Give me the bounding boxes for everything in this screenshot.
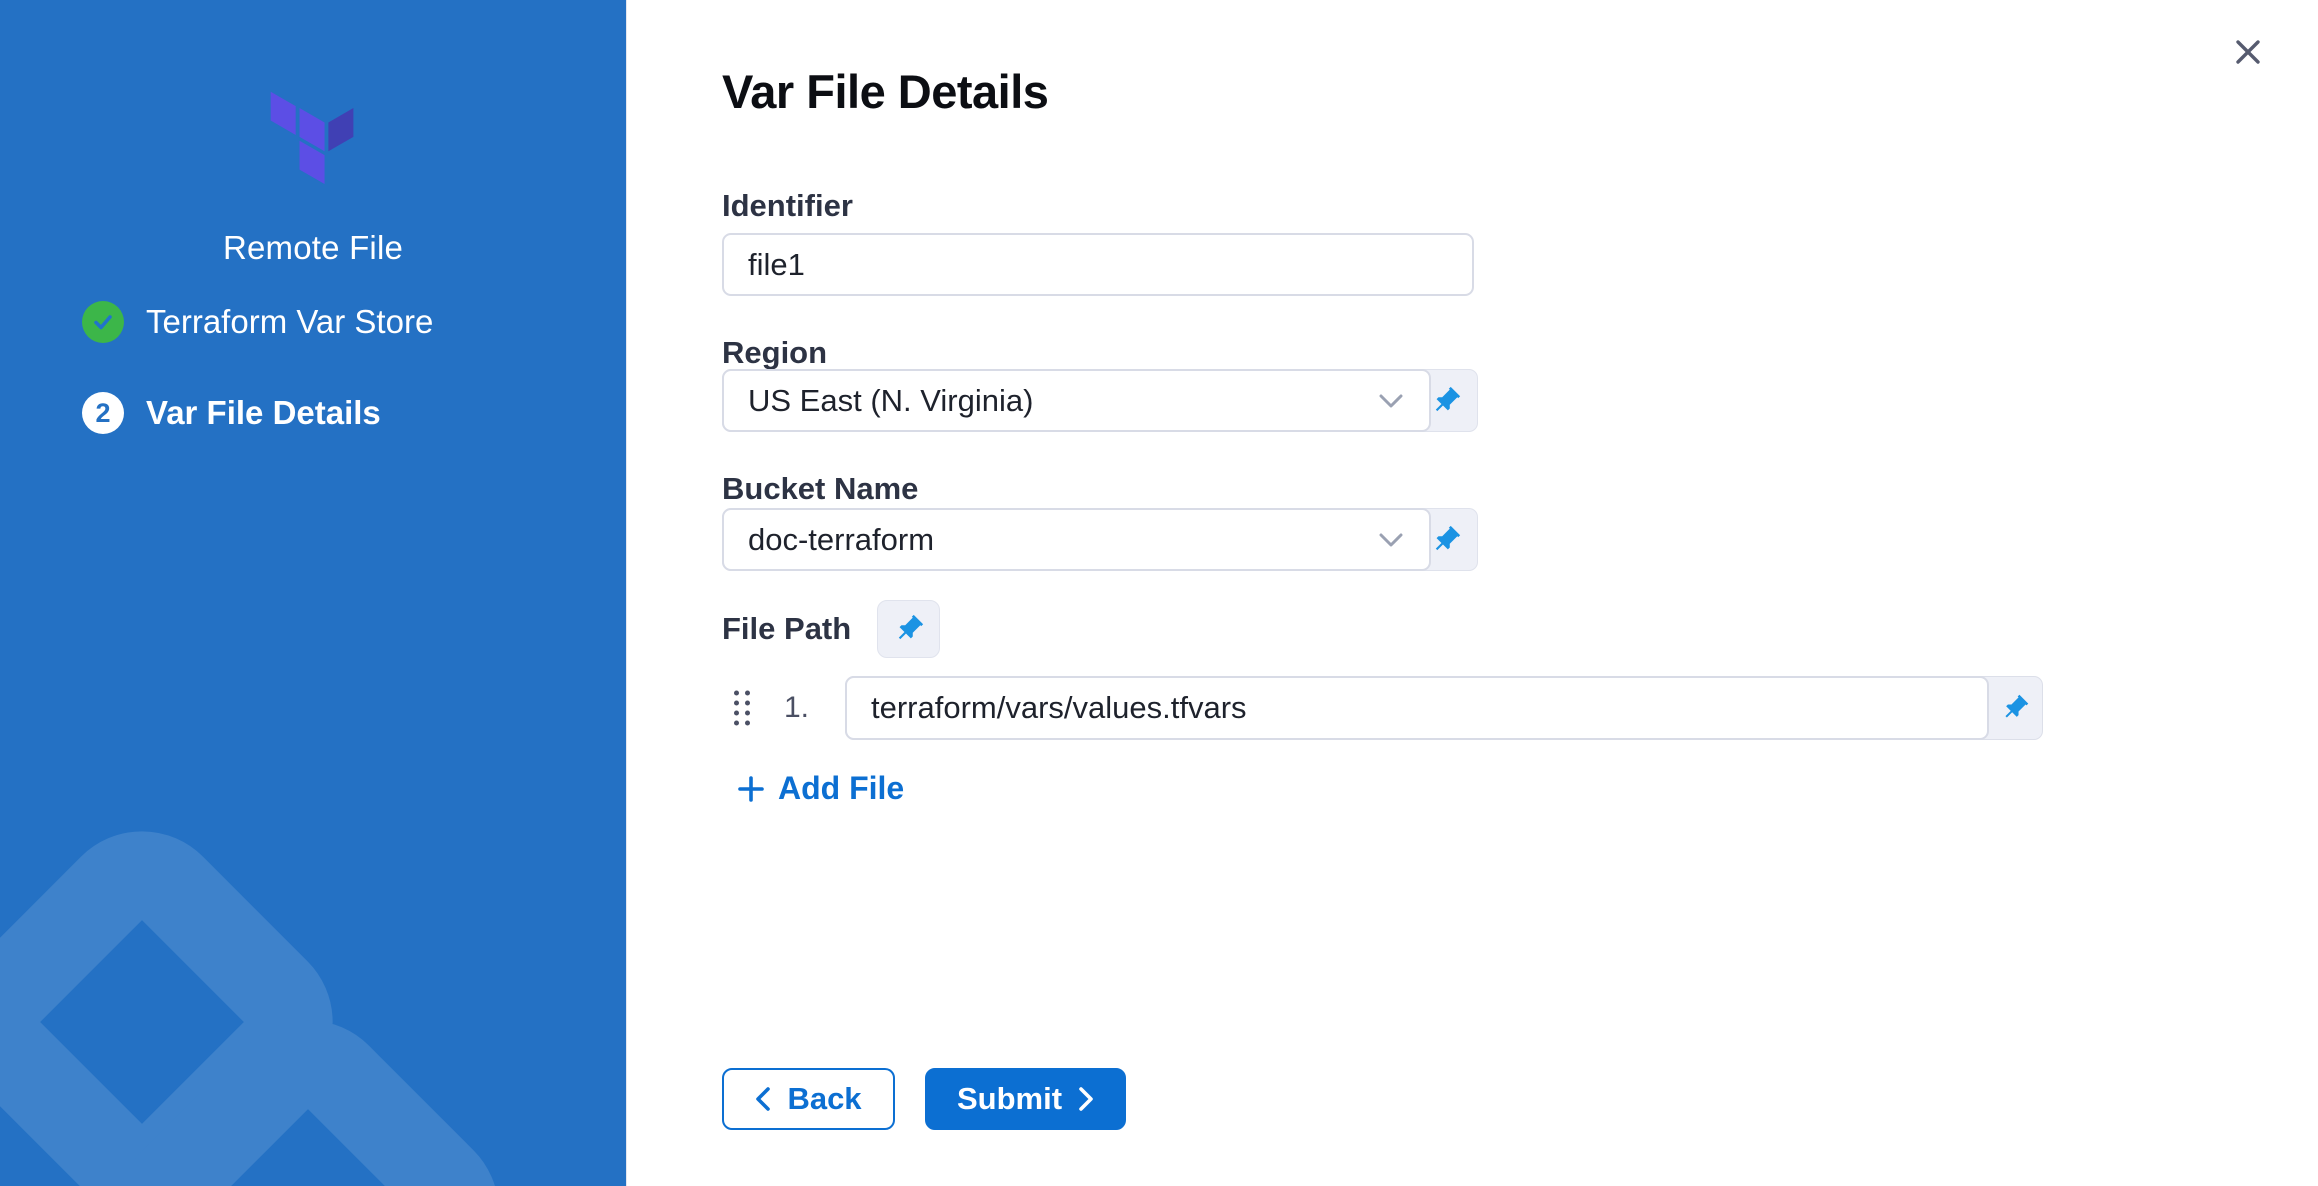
file-row-index: 1. bbox=[784, 691, 809, 725]
region-select[interactable]: US East (N. Virginia) bbox=[722, 369, 1431, 432]
chevron-down-icon bbox=[1379, 533, 1403, 547]
wizard-actions: Back Submit bbox=[722, 1068, 1126, 1130]
file-path-row-pin-button[interactable] bbox=[1988, 677, 2042, 739]
file-path-input[interactable] bbox=[845, 676, 1989, 740]
bucket-pin-button[interactable] bbox=[1415, 509, 1477, 570]
wizard-steps: Terraform Var Store 2 Var File Details bbox=[82, 301, 582, 483]
bucket-name-label: Bucket Name bbox=[722, 471, 918, 507]
step-var-file-details[interactable]: 2 Var File Details bbox=[82, 392, 582, 434]
identifier-input[interactable] bbox=[722, 233, 1474, 296]
step-label: Terraform Var Store bbox=[146, 303, 433, 341]
step-label: Var File Details bbox=[146, 394, 381, 432]
close-button[interactable] bbox=[2226, 30, 2270, 74]
chevron-right-icon bbox=[1078, 1086, 1094, 1112]
add-file-button[interactable]: Add File bbox=[738, 770, 904, 807]
region-field-group: US East (N. Virginia) bbox=[722, 369, 1478, 432]
file-path-row: 1. bbox=[722, 676, 2052, 740]
file-path-header: File Path bbox=[722, 598, 940, 660]
region-selected-value: US East (N. Virginia) bbox=[748, 383, 1033, 419]
back-button[interactable]: Back bbox=[722, 1068, 895, 1130]
identifier-label: Identifier bbox=[722, 188, 853, 224]
add-file-label: Add File bbox=[778, 770, 904, 807]
pushpin-icon bbox=[1430, 524, 1462, 556]
bucket-field-group: doc-terraform bbox=[722, 508, 1478, 571]
file-path-field-group bbox=[845, 676, 2043, 740]
plus-icon bbox=[738, 776, 764, 802]
back-label: Back bbox=[787, 1081, 861, 1117]
check-icon bbox=[91, 310, 115, 334]
region-pin-button[interactable] bbox=[1415, 370, 1477, 431]
wizard-title: Remote File bbox=[0, 229, 626, 267]
bucket-name-select[interactable]: doc-terraform bbox=[722, 508, 1431, 571]
file-path-pin-button[interactable] bbox=[877, 600, 940, 658]
step-terraform-var-store[interactable]: Terraform Var Store bbox=[82, 301, 582, 343]
close-icon bbox=[2233, 37, 2263, 67]
page-title: Var File Details bbox=[722, 64, 1048, 119]
pushpin-icon bbox=[893, 613, 925, 645]
submit-label: Submit bbox=[957, 1081, 1062, 1117]
pushpin-icon bbox=[1430, 385, 1462, 417]
wizard-sidebar: Remote File Terraform Var Store 2 Var Fi… bbox=[0, 0, 627, 1186]
chevron-left-icon bbox=[755, 1086, 771, 1112]
var-file-modal: Remote File Terraform Var Store 2 Var Fi… bbox=[0, 0, 2318, 1186]
terraform-logo-icon bbox=[270, 84, 356, 184]
bucket-selected-value: doc-terraform bbox=[748, 522, 934, 558]
pushpin-icon bbox=[2000, 693, 2030, 723]
region-label: Region bbox=[722, 335, 827, 371]
chevron-down-icon bbox=[1379, 394, 1403, 408]
step-number-badge: 2 bbox=[82, 392, 124, 434]
var-file-details-panel: Var File Details Identifier Region US Ea… bbox=[628, 0, 2318, 1186]
watermark-logo-shape bbox=[0, 666, 627, 1186]
step-complete-badge bbox=[82, 301, 124, 343]
file-path-label: File Path bbox=[722, 611, 851, 647]
drag-handle-icon[interactable] bbox=[730, 687, 754, 730]
submit-button[interactable]: Submit bbox=[925, 1068, 1126, 1130]
